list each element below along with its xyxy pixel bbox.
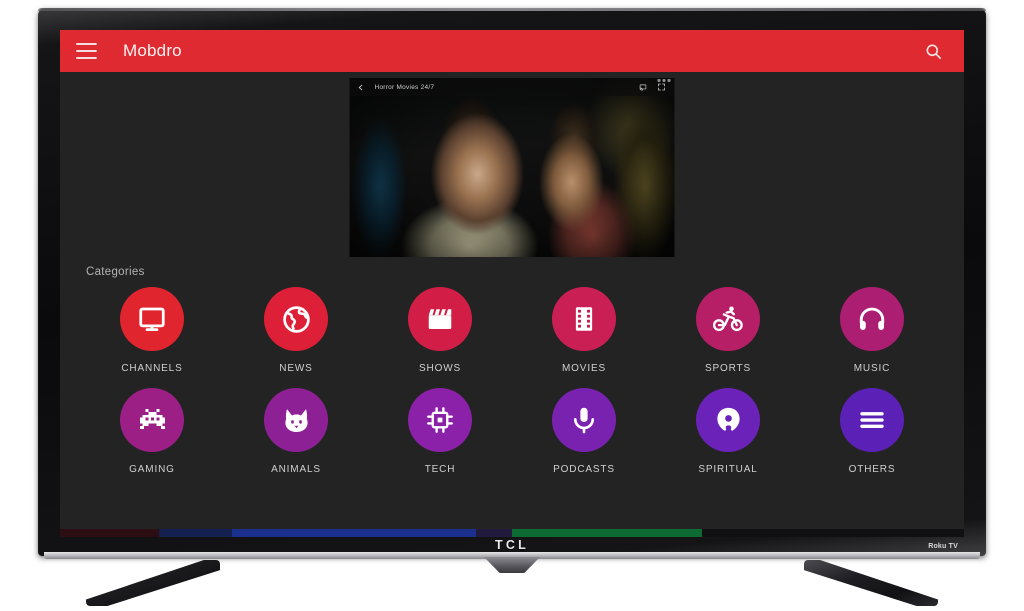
bezel-strip-segment bbox=[60, 529, 160, 537]
player-status-indicators bbox=[657, 79, 671, 82]
player-control-bar: Horror Movies 24/7 bbox=[349, 78, 675, 96]
category-label: GAMING bbox=[129, 464, 175, 475]
category-label: SPIRITUAL bbox=[698, 464, 758, 475]
tv-brand-logo: TCL bbox=[495, 538, 529, 552]
categories-grid: CHANNELS NEWS SHOWS MOVIES SPORTS MUSIC … bbox=[80, 287, 944, 475]
television-set: Mobdro Horror Movies 24/7 Categories CHA… bbox=[38, 8, 986, 556]
bezel-strip-segment bbox=[475, 529, 512, 537]
app-top-bar: Mobdro bbox=[60, 30, 964, 72]
clapperboard-icon bbox=[408, 287, 472, 351]
bezel-strip-segment bbox=[231, 529, 476, 537]
space-invader-icon bbox=[120, 388, 184, 452]
headphones-icon bbox=[840, 287, 904, 351]
category-news[interactable]: NEWS bbox=[224, 287, 368, 374]
stand-neck bbox=[484, 557, 540, 573]
microphone-icon bbox=[552, 388, 616, 452]
category-label: CHANNELS bbox=[121, 363, 183, 374]
category-shows[interactable]: SHOWS bbox=[368, 287, 512, 374]
category-sports[interactable]: SPORTS bbox=[656, 287, 800, 374]
mobdro-app: Mobdro Horror Movies 24/7 Categories CHA… bbox=[60, 30, 964, 530]
category-spiritual[interactable]: SPIRITUAL bbox=[656, 388, 800, 475]
cpu-chip-icon bbox=[408, 388, 472, 452]
hamburger-menu-icon[interactable] bbox=[76, 43, 97, 59]
fullscreen-icon[interactable] bbox=[657, 82, 667, 92]
list-menu-icon bbox=[840, 388, 904, 452]
category-others[interactable]: OTHERS bbox=[800, 388, 944, 475]
cat-face-icon bbox=[264, 388, 328, 452]
back-arrow-icon[interactable] bbox=[356, 82, 366, 92]
category-gaming[interactable]: GAMING bbox=[80, 388, 224, 475]
player-title: Horror Movies 24/7 bbox=[374, 83, 435, 91]
app-title: Mobdro bbox=[123, 41, 182, 60]
meditation-icon bbox=[696, 388, 760, 452]
category-label: TECH bbox=[424, 464, 456, 475]
app-content: Horror Movies 24/7 Categories CHANNELS N… bbox=[60, 72, 964, 530]
category-music[interactable]: MUSIC bbox=[800, 287, 944, 374]
tv-screen: Mobdro Horror Movies 24/7 Categories CHA… bbox=[60, 30, 964, 530]
video-frame bbox=[349, 78, 675, 257]
category-label: NEWS bbox=[279, 363, 313, 374]
category-movies[interactable]: MOVIES bbox=[512, 287, 656, 374]
stand-leg-left bbox=[86, 560, 220, 606]
cast-icon[interactable] bbox=[638, 82, 648, 92]
categories-heading: Categories bbox=[86, 266, 145, 278]
category-animals[interactable]: ANIMALS bbox=[224, 388, 368, 475]
platform-brand-logo: Roku TV bbox=[928, 543, 958, 550]
category-label: PODCASTS bbox=[553, 464, 615, 475]
bezel-strip-segment bbox=[159, 529, 232, 537]
tv-bezel: Mobdro Horror Movies 24/7 Categories CHA… bbox=[38, 8, 986, 556]
category-label: OTHERS bbox=[848, 464, 896, 475]
bezel-strip-segment bbox=[701, 529, 964, 537]
category-label: MUSIC bbox=[853, 363, 891, 374]
video-player[interactable]: Horror Movies 24/7 bbox=[349, 78, 675, 257]
stand-leg-right bbox=[804, 560, 938, 606]
category-label: MOVIES bbox=[562, 363, 606, 374]
category-label: ANIMALS bbox=[271, 464, 321, 475]
bezel-color-strip bbox=[60, 529, 964, 537]
category-tech[interactable]: TECH bbox=[368, 388, 512, 475]
television-icon bbox=[120, 287, 184, 351]
bezel-strip-segment bbox=[511, 529, 702, 537]
cyclist-icon bbox=[696, 287, 760, 351]
film-strip-icon bbox=[552, 287, 616, 351]
category-label: SPORTS bbox=[704, 363, 752, 374]
category-podcasts[interactable]: PODCASTS bbox=[512, 388, 656, 475]
search-icon[interactable] bbox=[920, 38, 946, 64]
category-channels[interactable]: CHANNELS bbox=[80, 287, 224, 374]
globe-icon bbox=[264, 287, 328, 351]
category-label: SHOWS bbox=[418, 363, 462, 374]
